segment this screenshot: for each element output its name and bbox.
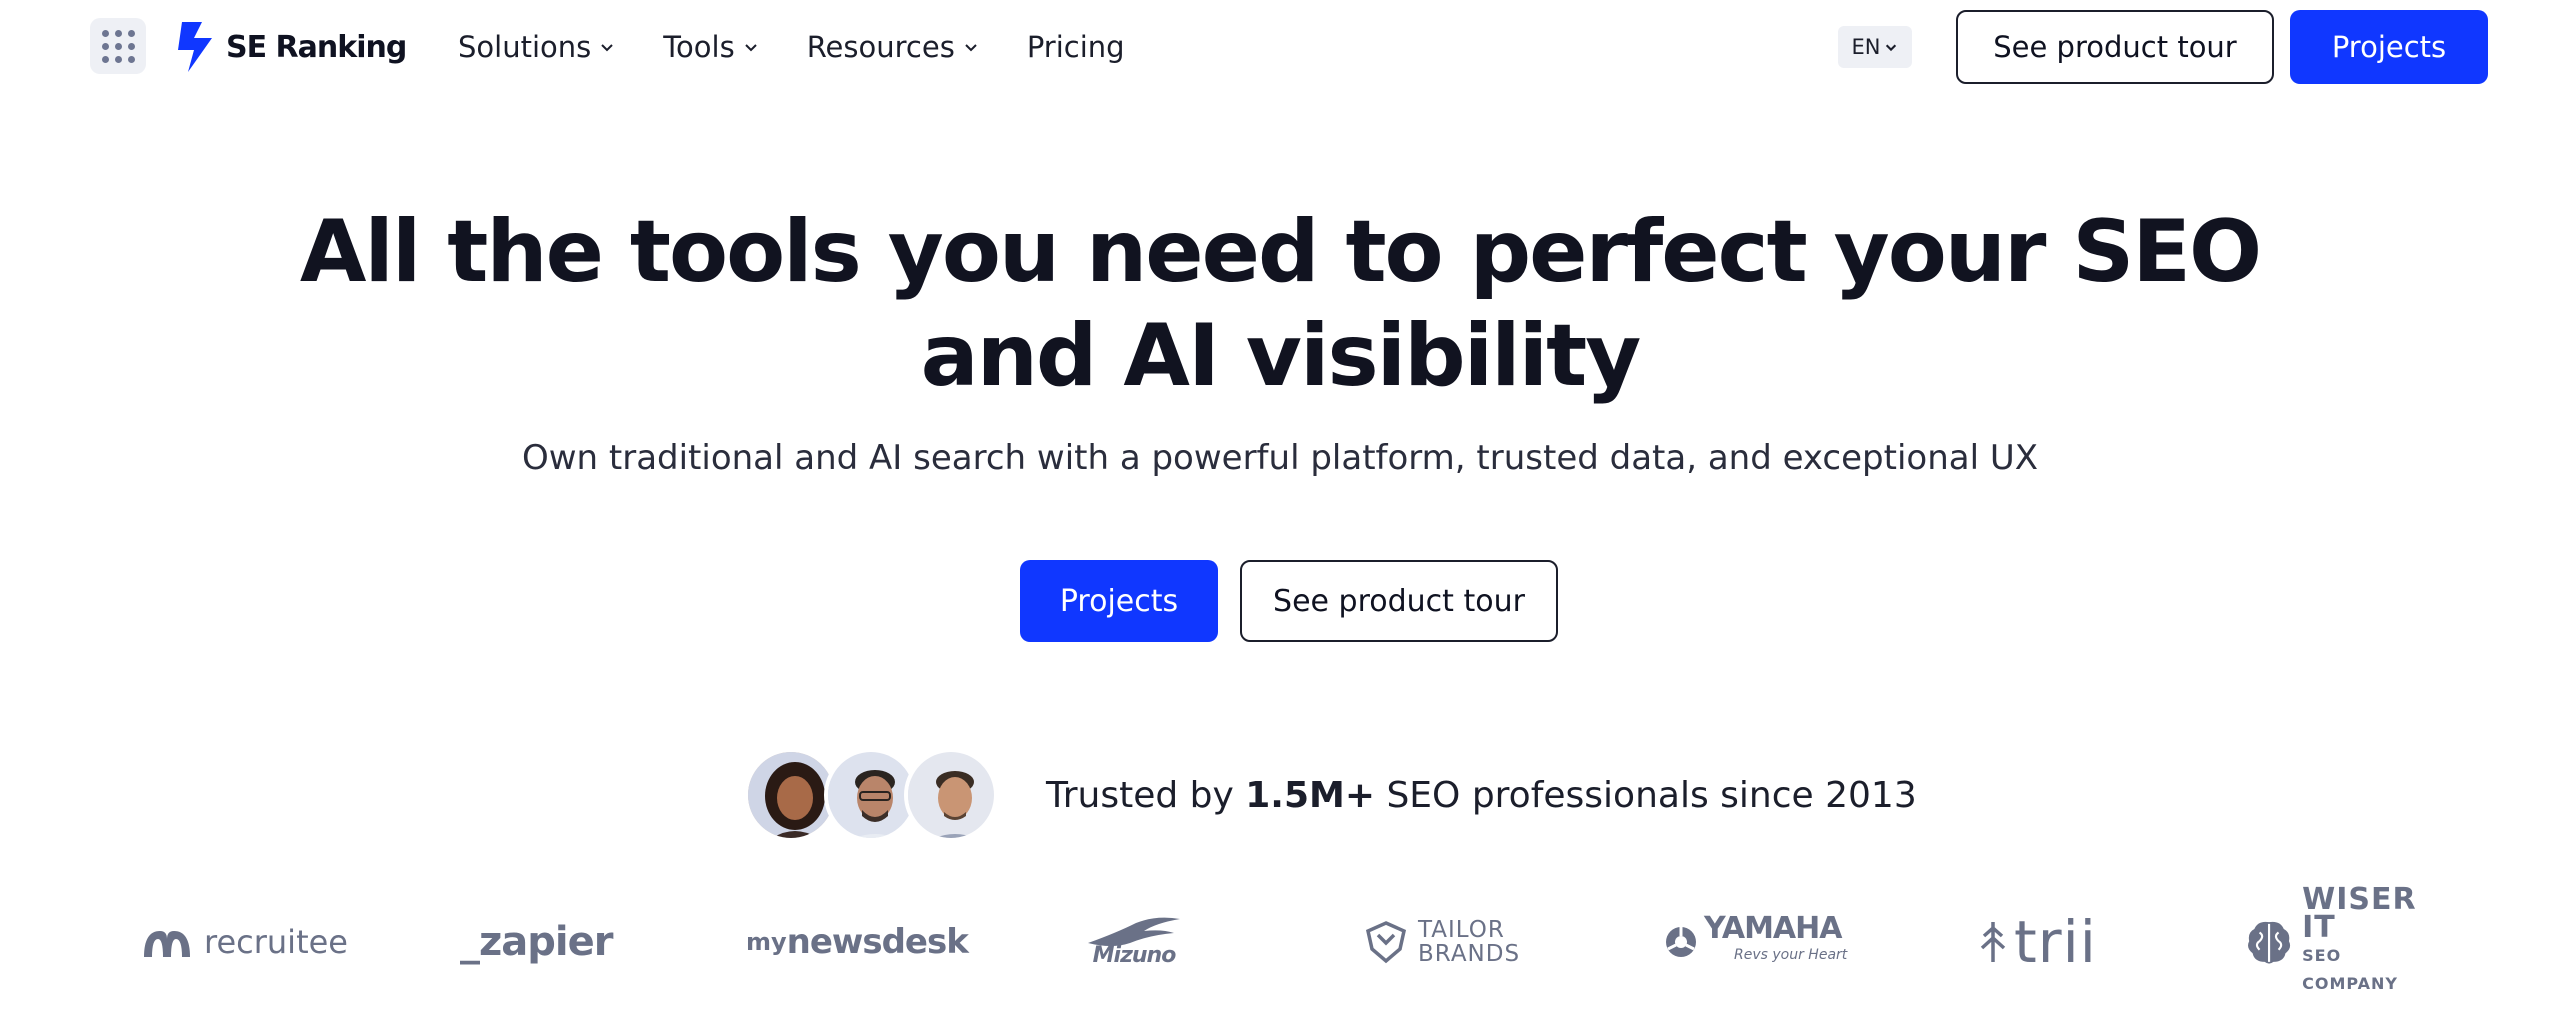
user-avatars [744,748,998,842]
nav-resources[interactable]: Resources [807,30,979,64]
recruitee-mark-icon [144,931,190,957]
chevron-down-icon [1886,44,1897,52]
yamaha-tuning-forks-icon [1666,927,1696,957]
hero-subtitle: Own traditional and AI search with a pow… [521,438,2039,478]
trii-logo: trii [1978,902,2097,982]
se-ranking-bolt-icon [178,22,212,72]
tailor-brands-logo: TAILOR BRANDS [1364,902,1520,982]
hero-projects-button[interactable]: Projects [1020,560,1218,642]
tailor-text: TAILOR [1418,917,1505,943]
chevron-down-icon [601,44,613,52]
site-header: SE Ranking Solutions Tools Resources Pri… [0,0,2560,94]
chevron-down-icon [965,44,977,52]
nav-pricing[interactable]: Pricing [1027,30,1125,64]
header-product-tour-button[interactable]: See product tour [1956,10,2274,84]
trusted-highlight: 1.5M+ [1245,774,1375,816]
apps-grid-icon[interactable] [90,18,146,74]
zapier-text: _zapier [460,919,613,965]
language-selector[interactable]: EN [1838,26,1912,68]
yamaha-logo: YAMAHA Revs your Heart [1664,902,1847,982]
client-logos: recruitee _zapier my newsdesk Mizuno TAI… [140,885,2440,993]
trii-text: trii [2014,908,2097,976]
tailor-brands-mark-icon [1365,921,1407,964]
yamaha-text: YAMAHA [1704,911,1842,946]
mynewsdesk-logo: my newsdesk [746,902,969,982]
yamaha-tagline: Revs your Heart [1734,947,1848,963]
nav-tools[interactable]: Tools [663,30,758,64]
language-label: EN [1851,35,1881,59]
mynewsdesk-my: my [746,928,787,956]
mizuno-logo: Mizuno [1086,902,1182,982]
wiser-tagline: SEO COMPANY [2302,946,2399,993]
nav-tools-label: Tools [663,30,735,64]
nav-resources-label: Resources [806,30,955,64]
wiser-it-logo: WISER IT SEO COMPANY [2244,885,2440,993]
zapier-logo: _zapier [460,902,613,982]
trusted-by-text: Trusted by 1.5M+ SEO professionals since… [1046,770,1917,820]
mynewsdesk-name: newsdesk [786,922,969,962]
wiser-brain-icon [2248,921,2291,964]
wiser-it-text: WISER IT [2302,882,2417,945]
trusted-prefix: Trusted by [1046,774,1246,816]
trusted-suffix: SEO professionals since 2013 [1375,774,1917,816]
brands-text: BRANDS [1418,941,1521,967]
logo-text: SE Ranking [226,29,407,65]
se-ranking-logo[interactable]: SE Ranking [172,18,407,76]
avatar [904,748,998,842]
main-nav: Solutions Tools Resources Pricing [458,22,1173,72]
hero-title-line-2: and AI visibility [920,306,1642,406]
hero-title-line-1: All the tools you need to perfect your S… [299,202,2262,302]
nav-solutions[interactable]: Solutions [458,30,615,64]
mizuno-text: Mizuno [1092,942,1177,968]
hero-title: All the tools you need to perfect your S… [280,200,2280,408]
recruitee-logo: recruitee [140,902,348,982]
trii-tree-icon [1980,922,2006,962]
nav-solutions-label: Solutions [458,30,592,64]
nav-pricing-label: Pricing [1026,30,1125,64]
recruitee-text: recruitee [204,923,348,961]
chevron-down-icon [744,44,757,52]
hero-product-tour-button[interactable]: See product tour [1240,560,1558,642]
header-projects-button[interactable]: Projects [2290,10,2488,84]
